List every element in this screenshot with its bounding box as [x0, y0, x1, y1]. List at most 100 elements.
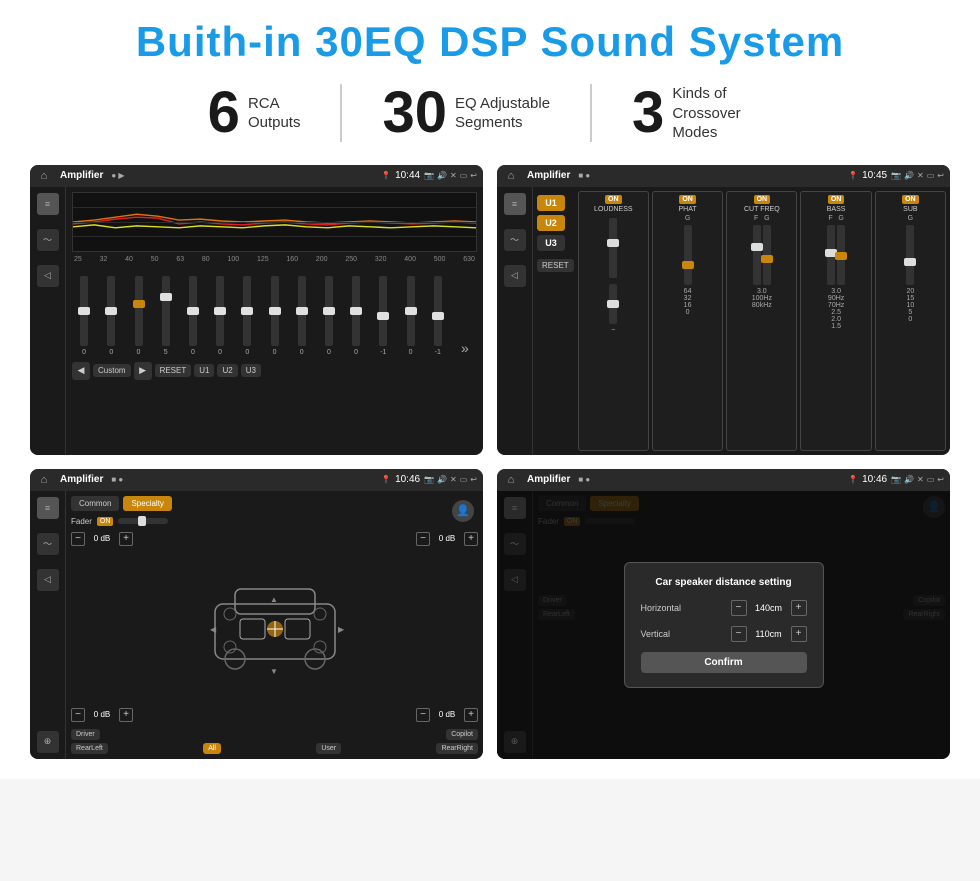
slider-thumb-3[interactable] [133, 300, 145, 308]
bass-on[interactable]: ON [828, 195, 845, 204]
wave-icon-3[interactable]: 〜 [37, 533, 59, 555]
db-plus-bl[interactable]: + [119, 708, 133, 722]
loudness-slider-2[interactable] [609, 284, 617, 324]
cutfreq-thumb-g[interactable] [761, 255, 773, 263]
db-minus-tl[interactable]: − [71, 532, 85, 546]
home-icon-1[interactable]: ⌂ [36, 169, 52, 183]
expand-icon-3[interactable]: ⊕ [37, 731, 59, 753]
u1-button-1[interactable]: U1 [194, 364, 214, 377]
u2-button-1[interactable]: U2 [217, 364, 237, 377]
slider-thumb-8[interactable] [269, 307, 281, 315]
rearleft-btn-3[interactable]: RearLeft [71, 743, 108, 754]
db-minus-tr[interactable]: − [416, 532, 430, 546]
user-btn-3[interactable]: User [316, 743, 341, 754]
slider-thumb-9[interactable] [296, 307, 308, 315]
phat-slider[interactable] [684, 225, 692, 285]
db-minus-br[interactable]: − [416, 708, 430, 722]
slider-track-7[interactable] [243, 276, 251, 346]
cutfreq-slider-g[interactable] [763, 225, 771, 285]
home-icon-2[interactable]: ⌂ [503, 169, 519, 183]
reset-button-2[interactable]: RESET [537, 259, 574, 272]
specialty-tab-3[interactable]: Specialty [123, 496, 171, 511]
expand-icon[interactable]: » [461, 340, 469, 356]
slider-track-6[interactable] [216, 276, 224, 346]
wave-icon[interactable]: 〜 [37, 229, 59, 251]
vertical-plus[interactable]: + [791, 626, 807, 642]
db-plus-br[interactable]: + [464, 708, 478, 722]
slider-thumb-12[interactable] [377, 312, 389, 320]
slider-track-10[interactable] [325, 276, 333, 346]
slider-thumb-11[interactable] [350, 307, 362, 315]
horizontal-plus[interactable]: + [791, 600, 807, 616]
eq-icon-2[interactable]: ≡ [504, 193, 526, 215]
slider-thumb-2[interactable] [105, 307, 117, 315]
slider-track-3[interactable] [135, 276, 143, 346]
expand-btn[interactable]: » [453, 340, 477, 356]
bass-slider-g[interactable] [837, 225, 845, 285]
copilot-btn-3[interactable]: Copilot [446, 729, 478, 740]
vol-icon-3[interactable]: ◁ [37, 569, 59, 591]
driver-btn-3[interactable]: Driver [71, 729, 100, 740]
slider-track-11[interactable] [352, 276, 360, 346]
horizontal-minus[interactable]: − [731, 600, 747, 616]
common-tab-3[interactable]: Common [71, 496, 119, 511]
speaker-icon-2[interactable]: ◁ [504, 265, 526, 287]
confirm-button[interactable]: Confirm [641, 652, 807, 673]
db-plus-tr[interactable]: + [464, 532, 478, 546]
slider-track-4[interactable] [162, 276, 170, 346]
slider-thumb-4[interactable] [160, 293, 172, 301]
loudness-slider[interactable] [609, 218, 617, 278]
u2-button-2[interactable]: U2 [537, 215, 565, 231]
slider-track-9[interactable] [298, 276, 306, 346]
fader-slider[interactable] [118, 518, 168, 524]
loudness-on[interactable]: ON [605, 195, 622, 204]
wave-icon-2[interactable]: 〜 [504, 229, 526, 251]
bass-slider-f[interactable] [827, 225, 835, 285]
loudness-thumb-2[interactable] [607, 300, 619, 308]
slider-track-8[interactable] [271, 276, 279, 346]
slider-thumb-5[interactable] [187, 307, 199, 315]
rearright-btn-3[interactable]: RearRight [436, 743, 478, 754]
phat-thumb[interactable] [682, 261, 694, 269]
slider-track-12[interactable] [379, 276, 387, 346]
vertical-minus[interactable]: − [731, 626, 747, 642]
prev-button[interactable]: ◀ [72, 362, 90, 380]
slider-track-13[interactable] [407, 276, 415, 346]
slider-thumb-6[interactable] [214, 307, 226, 315]
slider-track-2[interactable] [107, 276, 115, 346]
cutfreq-on[interactable]: ON [754, 195, 771, 204]
u3-button-2[interactable]: U3 [537, 235, 565, 251]
slider-track-1[interactable] [80, 276, 88, 346]
bass-thumb-g[interactable] [835, 252, 847, 260]
reset-button-1[interactable]: RESET [155, 364, 192, 377]
u1-button-2[interactable]: U1 [537, 195, 565, 211]
slider-track-5[interactable] [189, 276, 197, 346]
all-btn-3[interactable]: All [203, 743, 221, 754]
db-minus-bl[interactable]: − [71, 708, 85, 722]
slider-thumb-10[interactable] [323, 307, 335, 315]
eq-icon[interactable]: ≡ [37, 193, 59, 215]
slider-thumb-1[interactable] [78, 307, 90, 315]
slider-thumb-14[interactable] [432, 312, 444, 320]
loudness-thumb[interactable] [607, 239, 619, 247]
person-icon-3[interactable]: 👤 [452, 500, 474, 522]
fader-thumb[interactable] [138, 516, 146, 526]
phat-on[interactable]: ON [679, 195, 696, 204]
speaker-icon[interactable]: ◁ [37, 265, 59, 287]
slider-thumb-13[interactable] [405, 307, 417, 315]
sub-thumb[interactable] [904, 258, 916, 266]
db-plus-tl[interactable]: + [119, 532, 133, 546]
u3-button-1[interactable]: U3 [241, 364, 261, 377]
home-icon-3[interactable]: ⌂ [36, 473, 52, 487]
home-icon-4[interactable]: ⌂ [503, 473, 519, 487]
cutfreq-slider-f[interactable] [753, 225, 761, 285]
slider-track-14[interactable] [434, 276, 442, 346]
next-button[interactable]: ▶ [134, 362, 152, 380]
sub-slider[interactable] [906, 225, 914, 285]
custom-button[interactable]: Custom [93, 364, 131, 377]
cutfreq-thumb-f[interactable] [751, 243, 763, 251]
eq-icon-3[interactable]: ≡ [37, 497, 59, 519]
slider-thumb-7[interactable] [241, 307, 253, 315]
fader-on-3[interactable]: ON [97, 517, 114, 526]
sub-on[interactable]: ON [902, 195, 919, 204]
